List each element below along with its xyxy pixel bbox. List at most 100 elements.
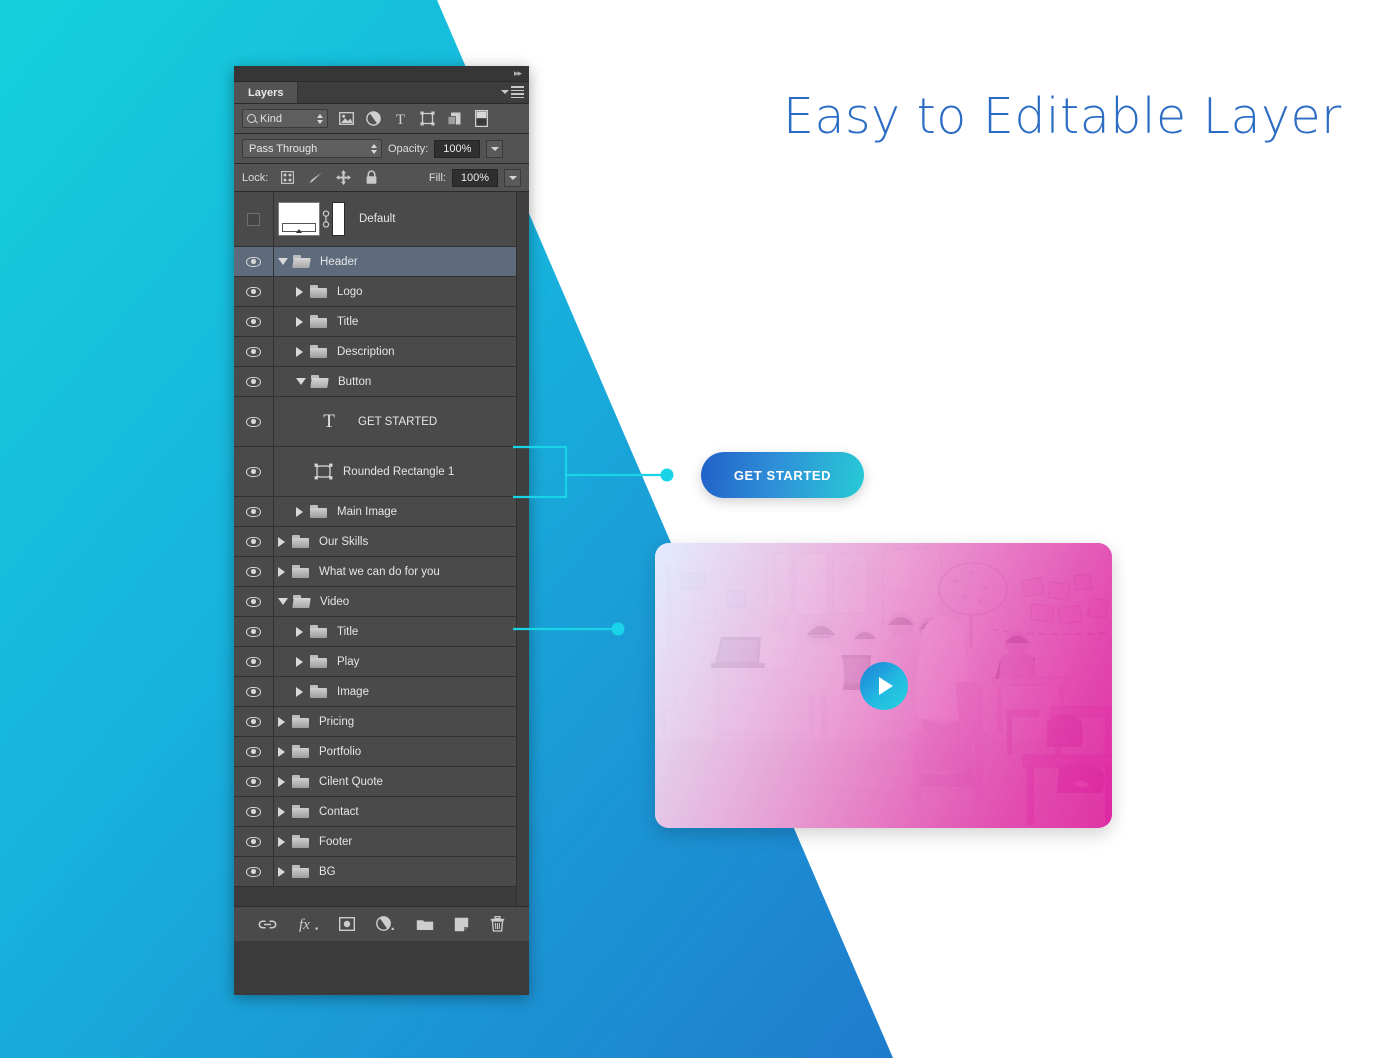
layer-row-body[interactable]: Play [274, 647, 529, 676]
twirl-closed-icon[interactable] [296, 316, 303, 327]
add-layer-mask-icon[interactable] [339, 917, 356, 931]
twirl-closed-icon[interactable] [296, 286, 303, 297]
layer-list-scrollbar[interactable] [516, 192, 529, 906]
lock-image-pixels-icon[interactable] [308, 170, 323, 185]
layer-mask-thumbnail[interactable] [332, 202, 345, 236]
twirl-closed-icon[interactable] [278, 836, 285, 847]
checkbox-icon[interactable] [247, 212, 260, 226]
layer-row-body[interactable]: T GET STARTED [274, 397, 529, 446]
layer-row-body[interactable]: Header [274, 247, 529, 276]
stepper-arrows-icon[interactable] [371, 143, 377, 154]
twirl-open-icon[interactable] [278, 598, 288, 605]
layer-row-body[interactable]: What we can do for you [274, 557, 529, 586]
twirl-closed-icon[interactable] [296, 346, 303, 357]
lock-all-icon[interactable] [364, 170, 379, 185]
lock-position-icon[interactable] [336, 170, 352, 185]
layer-row-pricing[interactable]: Pricing [234, 707, 529, 737]
video-preview-card[interactable] [655, 543, 1112, 828]
layer-row-body[interactable]: Logo [274, 277, 529, 306]
layer-visibility-eye-icon[interactable] [234, 527, 274, 556]
layer-row-body[interactable]: Title [274, 617, 529, 646]
layer-visibility-eye-icon[interactable] [234, 307, 274, 336]
layer-visibility-eye-icon[interactable] [234, 707, 274, 736]
layer-row-cilent-quote[interactable]: Cilent Quote [234, 767, 529, 797]
filter-toggle-icon[interactable] [473, 110, 490, 127]
filter-pixel-icon[interactable] [338, 110, 355, 127]
layer-row-body[interactable]: Contact [274, 797, 529, 826]
play-icon[interactable] [859, 661, 908, 710]
layer-row-bg[interactable]: BG [234, 857, 529, 887]
layer-row-what-we-can-do-for-you[interactable]: What we can do for you [234, 557, 529, 587]
layer-row-body[interactable]: Video [274, 587, 529, 616]
filter-smart-object-icon[interactable] [446, 110, 463, 127]
new-adjustment-layer-icon[interactable] [376, 916, 395, 932]
stepper-arrows-icon[interactable] [317, 113, 323, 124]
layer-row-body[interactable]: Pricing [274, 707, 529, 736]
layer-visibility-eye-icon[interactable] [234, 337, 274, 366]
opacity-dropdown-icon[interactable] [486, 139, 504, 158]
layer-row-our-skills[interactable]: Our Skills [234, 527, 529, 557]
tab-layers[interactable]: Layers [234, 82, 299, 103]
layer-row-body[interactable]: Our Skills [274, 527, 529, 556]
twirl-closed-icon[interactable] [296, 656, 303, 667]
twirl-closed-icon[interactable] [278, 776, 285, 787]
get-started-button[interactable]: GET STARTED [701, 452, 864, 498]
layer-visibility-eye-icon[interactable] [234, 797, 274, 826]
layer-row-rounded-rectangle-1[interactable]: Rounded Rectangle 1 [234, 447, 529, 497]
layer-visibility-eye-icon[interactable] [234, 397, 274, 446]
filter-adjustment-icon[interactable] [365, 110, 382, 127]
layer-visibility-eye-icon[interactable] [234, 587, 274, 616]
layer-row-portfolio[interactable]: Portfolio [234, 737, 529, 767]
layer-visibility-eye-icon[interactable] [234, 617, 274, 646]
layer-row-body[interactable]: Image [274, 677, 529, 706]
layer-visibility-eye-icon[interactable] [234, 277, 274, 306]
layer-row-body[interactable]: Cilent Quote [274, 767, 529, 796]
layer-row-contact[interactable]: Contact [234, 797, 529, 827]
new-layer-icon[interactable] [454, 917, 469, 932]
layer-row-get-started[interactable]: T GET STARTED [234, 397, 529, 447]
delete-layer-icon[interactable] [490, 916, 505, 932]
layer-row-image[interactable]: Image [234, 677, 529, 707]
twirl-closed-icon[interactable] [278, 566, 285, 577]
twirl-closed-icon[interactable] [296, 686, 303, 697]
layer-visibility-eye-icon[interactable] [234, 767, 274, 796]
new-group-icon[interactable] [416, 917, 434, 931]
link-layers-icon[interactable] [258, 918, 277, 931]
layer-row-body[interactable]: Portfolio [274, 737, 529, 766]
layer-row-main-image[interactable]: Main Image [234, 497, 529, 527]
layer-visibility-eye-icon[interactable] [234, 557, 274, 586]
twirl-closed-icon[interactable] [278, 716, 285, 727]
layer-row-footer[interactable]: Footer [234, 827, 529, 857]
layer-row-title[interactable]: Title [234, 307, 529, 337]
lock-transparent-pixels-icon[interactable] [280, 170, 295, 185]
layer-row-video[interactable]: Video [234, 587, 529, 617]
layer-visibility-eye-icon[interactable] [234, 677, 274, 706]
layer-visibility-eye-icon[interactable] [234, 447, 274, 496]
layer-list[interactable]: Default Header Logo Title Description Button T… [234, 192, 529, 906]
twirl-closed-icon[interactable] [296, 626, 303, 637]
layer-row-body[interactable]: Rounded Rectangle 1 [274, 447, 529, 496]
twirl-closed-icon[interactable] [296, 506, 303, 517]
layer-row-header[interactable]: Header [234, 247, 529, 277]
fill-dropdown-icon[interactable] [504, 168, 521, 187]
twirl-closed-icon[interactable] [278, 746, 285, 757]
opacity-input[interactable]: 100% [434, 139, 481, 158]
layer-row-play[interactable]: Play [234, 647, 529, 677]
blend-mode-select[interactable]: Pass Through [242, 139, 382, 158]
layer-row-body[interactable]: Button [274, 367, 529, 396]
fill-input[interactable]: 100% [452, 168, 498, 187]
layer-visibility-eye-icon[interactable] [234, 497, 274, 526]
layer-row-title[interactable]: Title [234, 617, 529, 647]
layer-row-body[interactable]: Main Image [274, 497, 529, 526]
layer-row-body[interactable]: Footer [274, 827, 529, 856]
panel-menu-icon[interactable] [501, 86, 524, 98]
layer-row-logo[interactable]: Logo [234, 277, 529, 307]
double-chevron-right-icon[interactable]: ▸▸ [514, 69, 522, 78]
layer-row-body[interactable]: Description [274, 337, 529, 366]
layer-row-button[interactable]: Button [234, 367, 529, 397]
filter-kind-select[interactable]: Kind [242, 109, 328, 128]
twirl-open-icon[interactable] [296, 378, 306, 385]
layer-row-body[interactable]: Title [274, 307, 529, 336]
layer-row-default[interactable]: Default [234, 192, 529, 247]
layer-visibility-eye-icon[interactable] [234, 647, 274, 676]
